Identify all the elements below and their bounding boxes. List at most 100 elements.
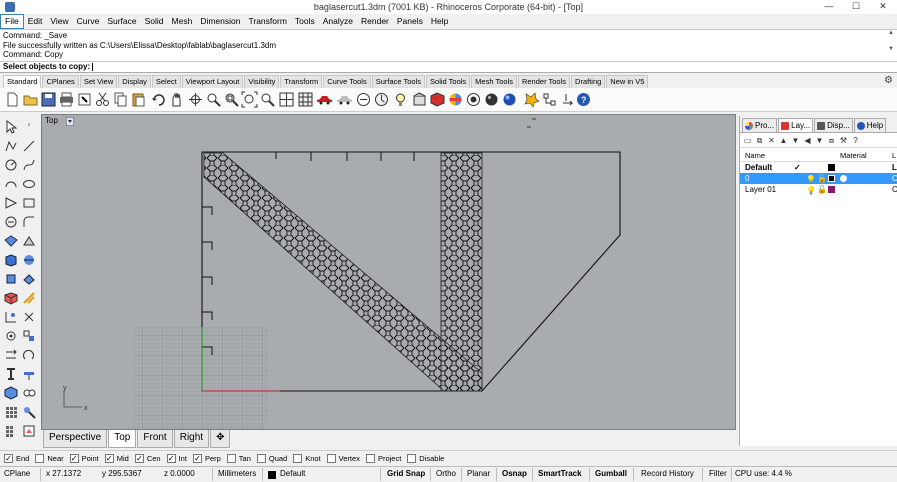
point-icon[interactable]: ◦ [22, 120, 36, 134]
arc-icon[interactable] [4, 177, 18, 191]
osnap-knot[interactable]: Knot [293, 453, 321, 463]
cut-icon[interactable] [94, 91, 111, 108]
lock-open-icon[interactable]: 🔓 [817, 184, 827, 195]
join-icon[interactable] [22, 310, 36, 324]
scroll-up-icon[interactable]: ▲ [888, 30, 896, 36]
checkbox-near[interactable] [35, 453, 45, 463]
shade-icon[interactable] [373, 91, 390, 108]
zoom-window-icon[interactable] [223, 91, 240, 108]
checkbox-perp[interactable]: ✓ [192, 453, 202, 463]
curve-icon[interactable] [22, 158, 36, 172]
polyline-icon[interactable] [4, 139, 18, 153]
osnap-int[interactable]: ✓ Int [166, 453, 187, 463]
cplane-label[interactable]: CPlane [4, 467, 30, 482]
line-icon[interactable] [22, 139, 36, 153]
tab-curve-tools[interactable]: Curve Tools [323, 75, 371, 88]
paste-icon[interactable] [130, 91, 147, 108]
tab-front[interactable]: Front [137, 430, 173, 448]
add-viewport-tab[interactable]: ✥ [210, 430, 231, 448]
tab-display[interactable]: Display [118, 75, 151, 88]
analyze-icon[interactable] [22, 405, 36, 419]
group-icon[interactable] [22, 329, 36, 343]
layer-help-icon[interactable]: ? [851, 136, 860, 145]
cylinder-icon[interactable] [4, 272, 18, 286]
ellipse-icon[interactable] [22, 177, 36, 191]
save-icon[interactable] [40, 91, 57, 108]
layer-tools-icon[interactable]: ⚒ [839, 136, 848, 145]
tab-perspective[interactable]: Perspective [43, 430, 108, 448]
checkbox-project[interactable] [365, 453, 375, 463]
filter-icon[interactable]: ▼ [815, 136, 824, 145]
move-down-icon[interactable]: ▼ [791, 136, 800, 145]
lock-open-icon[interactable]: 🔓 [817, 173, 827, 184]
tab-drafting[interactable]: Drafting [571, 75, 606, 88]
checkbox-int[interactable]: ✓ [166, 453, 176, 463]
smarttrack-toggle[interactable]: SmartTrack [538, 467, 582, 482]
menu-render[interactable]: Render [357, 14, 393, 29]
osnap-cen[interactable]: ✓ Cen [134, 453, 161, 463]
move-parent-icon[interactable]: ◀ [803, 136, 812, 145]
tab-render-tools[interactable]: Render Tools [517, 75, 571, 88]
polygon-icon[interactable] [4, 196, 18, 210]
select-arrow-icon[interactable] [4, 120, 18, 134]
tab-surface-tools[interactable]: Surface Tools [371, 75, 426, 88]
osnap-vertex[interactable]: Vertex [326, 453, 360, 463]
zoom-extents-icon[interactable] [241, 91, 258, 108]
osnap-near[interactable]: Near [35, 453, 64, 463]
tab-set-view[interactable]: Set View [79, 75, 118, 88]
circle-icon[interactable] [4, 158, 18, 172]
tab-top[interactable]: Top [108, 430, 137, 448]
osnap-mid[interactable]: ✓ Mid [104, 453, 129, 463]
rotate-obj-icon[interactable] [22, 348, 36, 362]
options-icon[interactable] [523, 91, 540, 108]
pan-icon[interactable] [168, 91, 185, 108]
extrude-icon[interactable] [22, 234, 36, 248]
grid-snap-toggle[interactable]: Grid Snap [387, 467, 425, 482]
checkbox-vertex[interactable] [326, 453, 336, 463]
four-views-icon[interactable] [278, 91, 295, 108]
rectangle-icon[interactable] [22, 196, 36, 210]
gumball-toggle[interactable]: Gumball [595, 467, 627, 482]
explode-icon[interactable] [4, 329, 18, 343]
osnap-quad[interactable]: Quad [256, 453, 287, 463]
minimize-button[interactable]: — [818, 0, 840, 12]
viewport-canvas[interactable]: y x [42, 115, 736, 430]
help-icon[interactable]: ? [575, 91, 592, 108]
checkbox-knot[interactable] [293, 453, 303, 463]
sphere-solid-icon[interactable] [22, 253, 36, 267]
units-label[interactable]: Millimeters [218, 467, 256, 482]
menu-dimension[interactable]: Dimension [196, 14, 244, 29]
command-line[interactable]: Select objects to copy: [0, 61, 897, 73]
render-preview-icon[interactable] [22, 424, 36, 438]
ruler-icon[interactable] [4, 424, 18, 438]
osnap-tan[interactable]: Tan [226, 453, 251, 463]
split-icon[interactable] [22, 291, 36, 305]
grid-array-icon[interactable] [4, 405, 18, 419]
tab-right[interactable]: Right [173, 430, 210, 448]
ortho-toggle[interactable]: Ortho [436, 467, 456, 482]
maximize-button[interactable]: ☐ [845, 0, 867, 12]
trim-icon[interactable] [4, 310, 18, 324]
gear-icon[interactable]: ⚙ [884, 76, 894, 86]
mesh-icon[interactable] [4, 291, 18, 305]
sphere-icon[interactable] [465, 91, 482, 108]
checkbox-cen[interactable]: ✓ [134, 453, 144, 463]
tab-solid-tools[interactable]: Solid Tools [426, 75, 471, 88]
copy-icon[interactable] [112, 91, 129, 108]
block-icon[interactable] [4, 386, 18, 400]
lock-icon[interactable] [355, 91, 372, 108]
menu-analyze[interactable]: Analyze [319, 14, 357, 29]
undo-icon[interactable] [150, 91, 167, 108]
menu-file[interactable]: File [0, 14, 24, 29]
tab-display[interactable]: Disp... [814, 118, 853, 132]
checkbox-tan[interactable] [226, 453, 236, 463]
layer-color-swatch[interactable] [828, 175, 835, 182]
menu-help[interactable]: Help [427, 14, 452, 29]
tab-properties[interactable]: Pro... [742, 118, 778, 132]
menu-surface[interactable]: Surface [103, 14, 140, 29]
planar-toggle[interactable]: Planar [467, 467, 490, 482]
delete-layer-icon[interactable]: ✕ [767, 136, 776, 145]
boolean-union-icon[interactable] [22, 272, 36, 286]
menu-solid[interactable]: Solid [141, 14, 168, 29]
tab-visibility[interactable]: Visibility [244, 75, 280, 88]
